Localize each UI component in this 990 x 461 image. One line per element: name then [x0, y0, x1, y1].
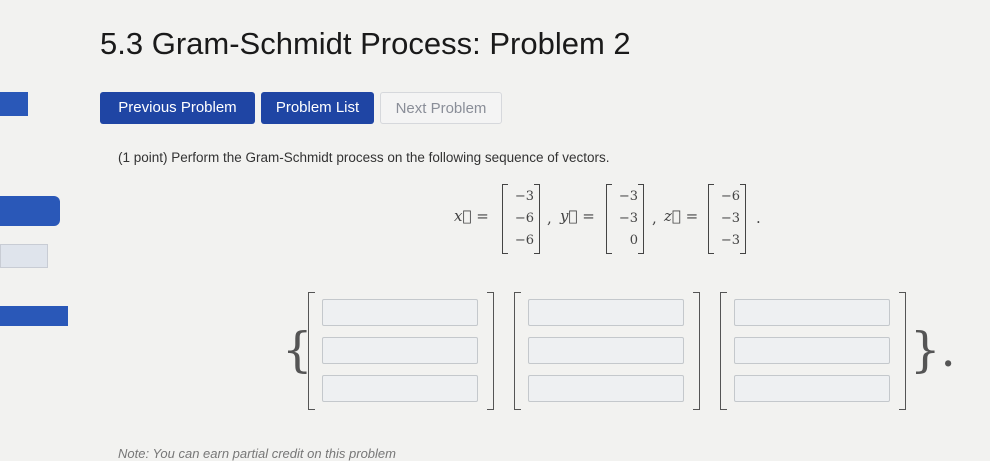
problem-statement: (1 point) Perform the Gram-Schmidt proce…	[118, 150, 610, 165]
vector-y-label: y⃗ =	[560, 207, 595, 225]
vector-z-entry: −3	[720, 211, 740, 226]
vector-x-entry: −6	[514, 211, 534, 226]
vector-x-entry: −3	[514, 189, 534, 204]
vector-y-entry: 0	[629, 233, 638, 248]
vector-z-entry: −6	[720, 189, 740, 204]
vector-z-label: z⃗ =	[664, 207, 699, 225]
answer-vector-3	[720, 292, 906, 410]
previous-problem-button[interactable]: Previous Problem	[100, 92, 255, 124]
vector-separator: ,	[547, 209, 552, 227]
sidebar-tab[interactable]	[0, 244, 48, 268]
answer-vector-2	[514, 292, 700, 410]
vector-x-label: x⃗ =	[454, 207, 489, 225]
vector-z-entry: −3	[720, 233, 740, 248]
page-title: 5.3 Gram-Schmidt Process: Problem 2	[100, 26, 631, 61]
vector-separator: ,	[652, 209, 657, 227]
answer-input[interactable]	[322, 337, 478, 364]
answer-input[interactable]	[734, 299, 890, 326]
partial-credit-note: Note: You can earn partial credit on thi…	[118, 446, 396, 461]
vector-x-entry: −6	[514, 233, 534, 248]
sidebar-tab[interactable]	[0, 92, 28, 116]
vector-y-entry: −3	[618, 189, 638, 204]
answer-input[interactable]	[322, 375, 478, 402]
vector-y-entry: −3	[618, 211, 638, 226]
answer-input[interactable]	[528, 375, 684, 402]
vector-x: −3 −6 −6	[502, 184, 540, 254]
answer-input[interactable]	[734, 337, 890, 364]
vector-separator: .	[756, 209, 761, 227]
answer-close-brace: }.	[910, 322, 956, 378]
vector-z: −6 −3 −3	[708, 184, 746, 254]
answer-vector-1	[308, 292, 494, 410]
answer-input[interactable]	[528, 299, 684, 326]
next-problem-button[interactable]: Next Problem	[380, 92, 502, 124]
answer-input[interactable]	[734, 375, 890, 402]
sidebar-tab[interactable]	[0, 306, 68, 326]
vector-y: −3 −3 0	[606, 184, 644, 254]
sidebar-tab[interactable]	[0, 196, 60, 226]
answer-input[interactable]	[528, 337, 684, 364]
problem-list-button[interactable]: Problem List	[261, 92, 374, 124]
answer-input[interactable]	[322, 299, 478, 326]
